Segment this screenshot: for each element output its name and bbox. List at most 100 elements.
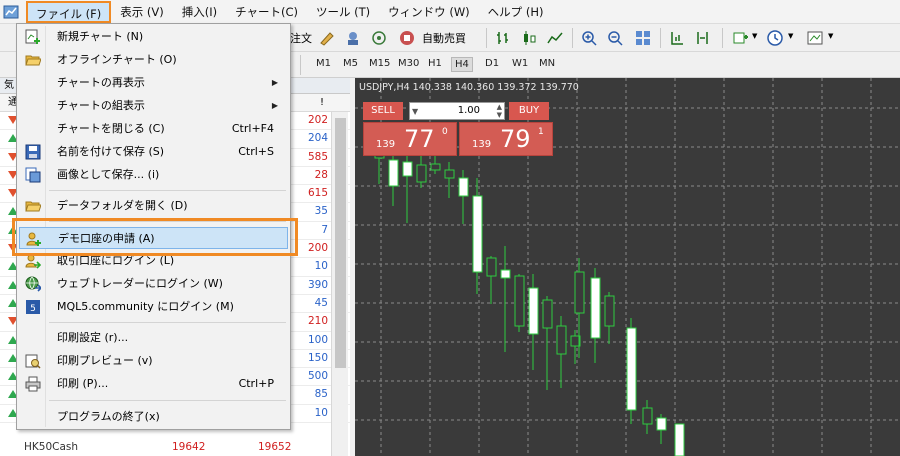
navigator-icon[interactable] — [344, 29, 362, 47]
indicators-icon[interactable] — [732, 29, 750, 47]
market-watch-scrollbar[interactable] — [331, 112, 348, 456]
menu-window[interactable]: ウィンドウ (W) — [379, 1, 479, 23]
menu-item-label: MQL5.community にログイン (M) — [57, 300, 234, 313]
volume-value: 1.00 — [457, 105, 480, 116]
toolbar-divider — [572, 28, 573, 48]
menu-insert[interactable]: 挿入(I) — [173, 1, 226, 23]
menu-item-label: 画像として保存... (i) — [57, 168, 160, 181]
spread-value: 85 — [314, 388, 328, 401]
column-header-spread[interactable]: ! — [320, 94, 324, 112]
zoom-in-icon[interactable] — [580, 29, 598, 47]
tile-windows-icon[interactable] — [634, 29, 652, 47]
toolbar-divider — [486, 28, 487, 48]
line-chart-icon[interactable] — [546, 29, 564, 47]
timeframe-w1[interactable]: W1 — [509, 57, 531, 70]
chevron-down-icon[interactable]: ▼ — [828, 32, 833, 40]
menu-item-label: データフォルダを開く (D) — [57, 199, 188, 212]
order-label-truncated[interactable]: 注文 — [290, 30, 312, 46]
auto-trade-label[interactable]: 自動売買 — [422, 30, 466, 46]
templates-icon[interactable] — [806, 29, 824, 47]
menu-chart[interactable]: チャート(C) — [226, 1, 307, 23]
menu-item-save-as[interactable]: 名前を付けて保存 (S) Ctrl+S — [19, 141, 288, 163]
zoom-out-icon[interactable] — [606, 29, 624, 47]
autoscroll-icon[interactable] — [668, 29, 686, 47]
timeframe-h1[interactable]: H1 — [425, 57, 445, 70]
menu-file[interactable]: ファイル (F) — [26, 0, 112, 23]
spinner-icon[interactable]: ▲ ▼ — [497, 103, 502, 119]
auto-trade-icon[interactable] — [398, 29, 416, 47]
signal-icon[interactable] — [370, 29, 388, 47]
timeframe-mn[interactable]: MN — [536, 57, 558, 70]
menu-help[interactable]: ヘルプ (H) — [479, 1, 553, 23]
toolbar-divider — [722, 28, 723, 48]
candlestick-icon[interactable] — [520, 29, 538, 47]
chart-symbol-info: USDJPY,H4 140.338 140.360 139.372 139.77… — [359, 82, 579, 93]
menu-item-offline-chart[interactable]: オフラインチャート (O) — [19, 49, 288, 71]
highlight-annotation — [12, 218, 298, 256]
menu-item-print-preview[interactable]: 印刷プレビュー (v) — [19, 350, 288, 372]
menu-tools[interactable]: ツール (T) — [307, 1, 379, 23]
spread-value: 45 — [314, 296, 328, 309]
menu-item-print[interactable]: 印刷 (P)... Ctrl+P — [19, 373, 288, 395]
timeframe-m30[interactable]: M30 — [395, 57, 422, 70]
web-trader-icon — [25, 276, 41, 292]
menu-item-exit[interactable]: プログラムの終了(x) — [19, 406, 288, 428]
table-row[interactable]: HK50Cash 19642 19652 — [0, 438, 331, 456]
save-icon — [25, 144, 41, 160]
menu-item-open-data-folder[interactable]: データフォルダを開く (D) — [19, 195, 288, 217]
spread-value: 100 — [307, 333, 328, 346]
bar-chart-icon[interactable] — [494, 29, 512, 47]
folder-open-icon — [25, 201, 41, 212]
pencil-icon[interactable] — [318, 29, 336, 47]
spread-value: 390 — [307, 278, 328, 291]
one-click-trading-panel: SELL ▼ 1.00 ▲ ▼ BUY 139 77 0 139 79 1 — [359, 100, 553, 156]
sell-price-prefix: 139 — [376, 139, 396, 150]
menu-item-print-setup[interactable]: 印刷設定 (r)... — [19, 327, 288, 349]
ask-price: 19652 — [258, 441, 292, 453]
menu-item-chart-profiles[interactable]: チャートの組表示 ▶ — [19, 95, 288, 117]
menu-bar: ファイル (F) 表示 (V) 挿入(I) チャート(C) ツール (T) ウィ… — [0, 0, 900, 24]
menu-item-chart-reopen[interactable]: チャートの再表示 ▶ — [19, 72, 288, 94]
spread-value: 200 — [307, 242, 328, 255]
save-picture-icon — [25, 167, 41, 183]
chart-window[interactable]: USDJPY,H4 140.338 140.360 139.372 139.77… — [355, 78, 900, 456]
menu-item-label: 印刷プレビュー (v) — [57, 354, 153, 367]
sell-price-main: 77 — [404, 125, 435, 153]
buy-price-box[interactable]: 139 79 1 — [459, 122, 553, 156]
submenu-arrow-icon: ▶ — [271, 101, 278, 110]
spread-value: 585 — [307, 150, 328, 163]
menu-item-new-chart[interactable]: 新規チャート (N) — [19, 26, 288, 48]
scrollbar-thumb[interactable] — [335, 118, 346, 368]
mql5-icon: 5 — [26, 300, 40, 314]
timeframe-m1[interactable]: M1 — [313, 57, 334, 70]
candle-body — [556, 325, 567, 355]
buy-button[interactable]: BUY — [509, 102, 549, 120]
menu-item-label: チャートの組表示 — [57, 99, 145, 112]
menu-item-label: 新規チャート (N) — [57, 30, 144, 43]
timeframe-m15[interactable]: M15 — [366, 57, 393, 70]
menu-view[interactable]: 表示 (V) — [111, 1, 173, 23]
timeframe-h4[interactable]: H4 — [451, 57, 473, 72]
menu-shortcut: Ctrl+P — [238, 377, 274, 390]
menu-shortcut: Ctrl+F4 — [231, 122, 274, 135]
sell-price-fraction: 0 — [442, 127, 448, 137]
sell-price-box[interactable]: 139 77 0 — [363, 122, 457, 156]
volume-input[interactable]: ▼ 1.00 ▲ ▼ — [409, 102, 505, 120]
sell-button[interactable]: SELL — [363, 102, 403, 120]
candle-body — [402, 161, 413, 177]
clock-icon[interactable] — [766, 29, 784, 47]
chevron-down-icon[interactable]: ▼ — [412, 104, 418, 120]
chart-shift-icon[interactable] — [694, 29, 712, 47]
menu-item-close-chart[interactable]: チャートを閉じる (C) Ctrl+F4 — [19, 118, 288, 140]
menu-item-label: ウェブトレーダーにログイン (W) — [57, 277, 223, 290]
chevron-down-icon[interactable]: ▼ — [752, 32, 757, 40]
chevron-down-icon[interactable]: ▼ — [788, 32, 793, 40]
candle-body — [472, 195, 483, 273]
timeframe-m5[interactable]: M5 — [340, 57, 361, 70]
timeframe-d1[interactable]: D1 — [482, 57, 502, 70]
folder-open-icon — [25, 55, 41, 66]
menu-separator — [49, 400, 286, 401]
menu-item-login-mql5[interactable]: 5 MQL5.community にログイン (M) — [19, 296, 288, 318]
menu-item-save-as-picture[interactable]: 画像として保存... (i) — [19, 164, 288, 186]
menu-item-login-web-trader[interactable]: ウェブトレーダーにログイン (W) — [19, 273, 288, 295]
